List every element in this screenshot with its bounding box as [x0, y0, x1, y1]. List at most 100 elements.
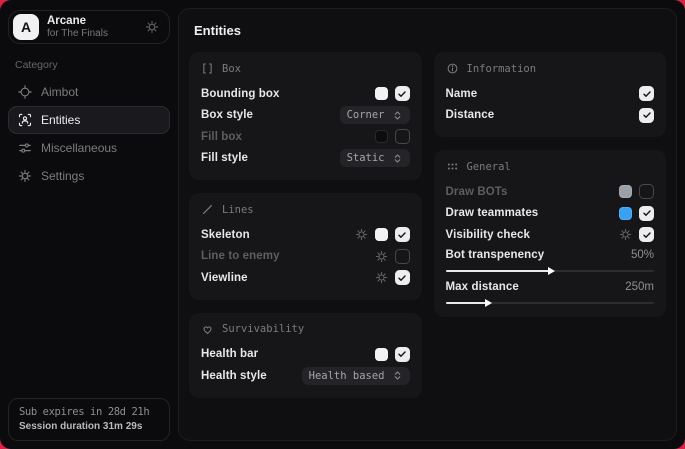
- subscription-info-card: Sub expires in 28d 21h Session duration …: [8, 398, 170, 441]
- setting-row-viewline: Viewline: [201, 267, 410, 289]
- health-style-dropdown[interactable]: Health based: [302, 367, 410, 385]
- setting-label: Fill style: [201, 152, 248, 164]
- checkbox[interactable]: [639, 108, 654, 123]
- color-swatch[interactable]: [375, 348, 388, 361]
- gear-icon[interactable]: [619, 228, 632, 241]
- max-distance-slider[interactable]: [446, 302, 655, 304]
- page-title: Entities: [194, 23, 666, 38]
- setting-row-health-bar: Health bar: [201, 344, 410, 366]
- checkbox[interactable]: [639, 206, 654, 221]
- sidebar-nav: Aimbot Entities Miscellaneous Settings: [8, 78, 170, 190]
- setting-label: Skeleton: [201, 229, 250, 241]
- gear-icon[interactable]: [375, 250, 388, 263]
- lines-card-title: Lines: [222, 204, 254, 216]
- slider-fill: [446, 302, 488, 304]
- bot-transparency-slider[interactable]: [446, 270, 655, 272]
- setting-row-bounding-box: Bounding box: [201, 83, 410, 105]
- survivability-card-header: Survivability: [201, 323, 410, 336]
- gear-icon: [18, 169, 32, 183]
- check-icon: [642, 89, 652, 99]
- setting-label: Box style: [201, 109, 253, 121]
- sidebar-item-label: Settings: [41, 169, 84, 183]
- sidebar-item-miscellaneous[interactable]: Miscellaneous: [8, 134, 170, 162]
- app-name: Arcane: [47, 15, 108, 28]
- right-column: Information Name Distance: [434, 52, 667, 398]
- check-icon: [397, 273, 407, 283]
- setting-row-max-distance: Max distance 250m: [446, 281, 655, 293]
- main-panel: Entities Box Bounding box: [178, 8, 677, 441]
- checkbox[interactable]: [639, 184, 654, 199]
- general-card: General Draw BOTs Draw teammates: [434, 150, 667, 317]
- lines-card-header: Lines: [201, 203, 410, 216]
- setting-row-visibility-check: Visibility check: [446, 224, 655, 246]
- category-label: Category: [15, 59, 170, 71]
- survivability-card-title: Survivability: [222, 323, 304, 335]
- checkbox[interactable]: [639, 227, 654, 242]
- unfold-icon: [392, 370, 403, 381]
- checkbox[interactable]: [395, 227, 410, 242]
- app-settings-gear-icon[interactable]: [145, 20, 159, 34]
- sub-expiry-text: Sub expires in 28d 21h: [19, 406, 159, 418]
- sidebar-item-aimbot[interactable]: Aimbot: [8, 78, 170, 106]
- checkbox[interactable]: [395, 129, 410, 144]
- setting-row-line-to-enemy: Line to enemy: [201, 246, 410, 268]
- dots-grid-icon: [446, 160, 459, 173]
- gear-icon[interactable]: [375, 271, 388, 284]
- left-column: Box Bounding box Box style Corne: [189, 52, 422, 398]
- check-icon: [642, 110, 652, 120]
- setting-label: Fill box: [201, 131, 242, 143]
- slider-thumb[interactable]: [485, 299, 492, 307]
- info-icon: [446, 62, 459, 75]
- general-card-title: General: [467, 161, 511, 173]
- information-card-title: Information: [467, 63, 537, 75]
- gear-icon[interactable]: [355, 228, 368, 241]
- sidebar-item-entities[interactable]: Entities: [8, 106, 170, 134]
- setting-label: Max distance: [446, 281, 519, 293]
- crosshair-icon: [18, 85, 32, 99]
- app-window: A Arcane for The Finals Category Aimbot …: [0, 0, 685, 449]
- setting-label: Draw BOTs: [446, 186, 508, 198]
- color-swatch[interactable]: [619, 185, 632, 198]
- dropdown-value: Corner: [347, 109, 385, 121]
- color-swatch[interactable]: [375, 130, 388, 143]
- sidebar-item-settings[interactable]: Settings: [8, 162, 170, 190]
- dropdown-value: Static: [347, 152, 385, 164]
- information-card-header: Information: [446, 62, 655, 75]
- lines-card: Lines Skeleton Line to enemy: [189, 193, 422, 300]
- setting-row-fill-box: Fill box: [201, 126, 410, 148]
- app-titles: Arcane for The Finals: [47, 15, 108, 40]
- setting-label: Visibility check: [446, 229, 531, 241]
- slider-value: 50%: [631, 249, 654, 261]
- unfold-icon: [392, 153, 403, 164]
- color-swatch[interactable]: [375, 87, 388, 100]
- fill-style-dropdown[interactable]: Static: [340, 149, 410, 167]
- slider-value: 250m: [625, 281, 654, 293]
- box-style-dropdown[interactable]: Corner: [340, 106, 410, 124]
- setting-row-name: Name: [446, 83, 655, 105]
- setting-row-distance: Distance: [446, 105, 655, 127]
- box-brackets-icon: [201, 62, 214, 75]
- check-icon: [397, 349, 407, 359]
- survivability-card: Survivability Health bar Health style: [189, 313, 422, 398]
- color-swatch[interactable]: [375, 228, 388, 241]
- box-card-header: Box: [201, 62, 410, 75]
- person-scan-icon: [18, 113, 32, 127]
- diagonal-line-icon: [201, 203, 214, 216]
- setting-row-skeleton: Skeleton: [201, 224, 410, 246]
- checkbox[interactable]: [395, 270, 410, 285]
- setting-row-draw-teammates: Draw teammates: [446, 203, 655, 225]
- check-icon: [397, 89, 407, 99]
- checkbox[interactable]: [639, 86, 654, 101]
- slider-thumb[interactable]: [548, 267, 555, 275]
- slider-fill: [446, 270, 550, 272]
- setting-label: Bot transpenency: [446, 249, 545, 261]
- check-icon: [642, 208, 652, 218]
- app-header-card: A Arcane for The Finals: [8, 10, 170, 44]
- checkbox[interactable]: [395, 86, 410, 101]
- checkbox[interactable]: [395, 249, 410, 264]
- setting-row-draw-bots: Draw BOTs: [446, 181, 655, 203]
- app-logo: A: [13, 14, 39, 40]
- sidebar: A Arcane for The Finals Category Aimbot …: [0, 0, 178, 449]
- checkbox[interactable]: [395, 347, 410, 362]
- color-swatch[interactable]: [619, 207, 632, 220]
